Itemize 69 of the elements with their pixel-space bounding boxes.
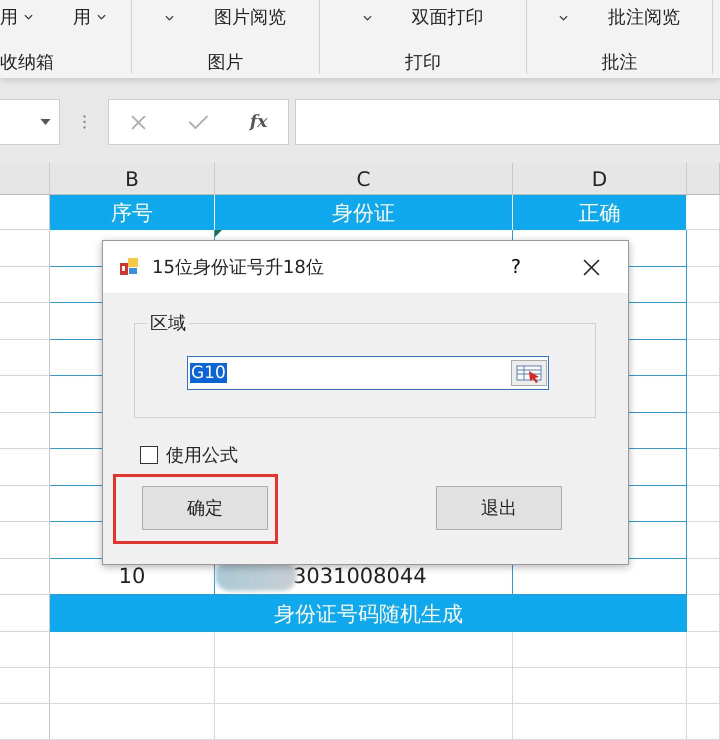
table-cell xyxy=(687,558,720,595)
column-header[interactable]: D xyxy=(513,163,687,195)
row-header[interactable] xyxy=(0,704,50,740)
table-cell xyxy=(687,449,720,486)
dropdown-icon[interactable] xyxy=(40,119,51,125)
row-header[interactable] xyxy=(0,195,50,230)
row-header[interactable] xyxy=(0,340,50,376)
table-cell xyxy=(687,340,720,376)
column-header[interactable]: C xyxy=(215,163,513,195)
close-icon[interactable] xyxy=(583,258,600,276)
header-cell: 正确 xyxy=(513,195,687,230)
check-icon[interactable] xyxy=(188,114,209,130)
help-button[interactable]: ? xyxy=(510,256,521,278)
footer-cell: 身份证号码随机生成 xyxy=(50,595,687,632)
cancel-icon[interactable] xyxy=(130,114,147,130)
row-header[interactable] xyxy=(0,632,50,668)
group-label: 收纳箱 xyxy=(0,51,54,74)
row-header[interactable] xyxy=(0,486,50,522)
select-all-corner[interactable] xyxy=(0,163,50,195)
ribbon-button[interactable]: 图片阅览 xyxy=(214,5,286,29)
table-cell xyxy=(687,704,720,740)
table-cell: 3031008044 xyxy=(293,564,427,588)
row-header[interactable] xyxy=(0,449,50,486)
column-header[interactable] xyxy=(687,163,720,195)
app-icon xyxy=(119,257,139,277)
chevron-icon[interactable] xyxy=(362,15,372,21)
chevron-icon xyxy=(97,14,106,20)
table-cell xyxy=(687,412,720,449)
table-cell xyxy=(687,595,720,632)
ribbon-dropdown[interactable]: 用 xyxy=(73,5,106,29)
chevron-icon[interactable] xyxy=(165,15,174,21)
table-cell xyxy=(687,522,720,558)
group-label: 打印 xyxy=(405,51,441,74)
group-label: 图片 xyxy=(208,51,244,74)
row-header[interactable] xyxy=(0,595,50,632)
dialog-button[interactable]: 退出 xyxy=(436,486,562,530)
table-cell xyxy=(687,266,720,303)
chevron-icon[interactable] xyxy=(559,15,568,21)
table-cell xyxy=(687,230,720,266)
table-cell xyxy=(687,376,720,412)
insert-function-button[interactable]: fx xyxy=(250,112,268,132)
ribbon-button[interactable]: 批注阅览 xyxy=(608,5,680,29)
range-field[interactable]: G10 xyxy=(187,356,549,390)
row-header[interactable] xyxy=(0,266,50,303)
more-icon[interactable] xyxy=(83,115,86,129)
range-picker-icon[interactable] xyxy=(511,360,547,386)
row-header[interactable] xyxy=(0,376,50,412)
row-header[interactable] xyxy=(0,668,50,704)
header-cell: 序号 xyxy=(50,195,215,230)
dialog-title: 15位身份证号升18位 xyxy=(152,256,325,279)
table-cell xyxy=(687,668,720,704)
header-cell: 身份证 xyxy=(215,195,513,230)
table-cell xyxy=(687,486,720,522)
formula-input[interactable] xyxy=(295,99,720,145)
row-header[interactable] xyxy=(0,230,50,266)
ribbon-dropdown[interactable]: 用 xyxy=(0,5,33,29)
chevron-icon xyxy=(24,14,33,20)
row-header[interactable] xyxy=(0,522,50,558)
column-header[interactable]: B xyxy=(50,163,215,195)
row-header[interactable] xyxy=(0,303,50,340)
dialog-button[interactable]: 确定 xyxy=(142,486,268,530)
table-cell xyxy=(687,303,720,340)
table-cell xyxy=(687,632,720,668)
ribbon-button[interactable]: 双面打印 xyxy=(412,5,484,29)
table-cell xyxy=(687,195,720,230)
formula-checkbox[interactable]: 使用公式 xyxy=(140,443,238,467)
group-label: 批注 xyxy=(602,51,638,74)
row-header[interactable] xyxy=(0,412,50,449)
row-header[interactable] xyxy=(0,558,50,595)
